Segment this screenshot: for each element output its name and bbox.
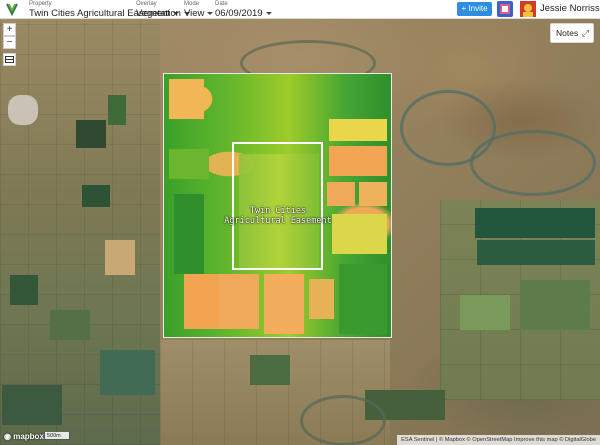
map-layers-button[interactable]: [3, 53, 16, 66]
high-vegetation-area: [339, 264, 387, 334]
crop-field: [250, 355, 290, 385]
low-vegetation-area: [264, 274, 304, 334]
scale-bar: 500m: [44, 432, 70, 440]
mode-value: View: [184, 8, 205, 19]
mode-selector[interactable]: Mode View: [184, 1, 214, 19]
mode-caption: Mode: [184, 1, 200, 7]
low-vegetation-area: [359, 182, 387, 206]
crop-field: [100, 350, 155, 395]
crop-field: [477, 240, 595, 265]
chevron-down-icon: [265, 11, 272, 15]
crop-field: [10, 275, 38, 305]
overlay-caption: Overlay: [136, 1, 157, 7]
user-name: Jessie Norriss: [540, 3, 600, 14]
user-menu[interactable]: Jessie Norriss: [540, 3, 600, 14]
user-avatar[interactable]: [520, 1, 536, 17]
user-plus-icon: +: [461, 4, 467, 13]
crop-field: [460, 295, 510, 330]
notes-button[interactable]: Notes ⤢: [550, 23, 594, 43]
zoom-in-button[interactable]: +: [3, 23, 16, 36]
date-caption: Date: [215, 1, 228, 7]
mapbox-logo-text: mapbox: [13, 432, 44, 441]
crop-field: [475, 208, 595, 238]
crop-field: [82, 185, 110, 207]
app-logo-icon[interactable]: [5, 2, 19, 16]
notes-label: Notes: [556, 28, 579, 38]
mapbox-logo[interactable]: ◉ mapbox: [4, 432, 44, 441]
date-value: 06/09/2019: [215, 8, 263, 19]
crop-field: [520, 280, 590, 330]
high-vegetation-area: [174, 194, 204, 274]
overlay-value: Vegetation: [136, 8, 181, 19]
mid-vegetation-area: [332, 214, 387, 254]
town: [8, 95, 38, 125]
crop-field: [108, 95, 126, 125]
chevron-down-icon: [207, 11, 214, 15]
low-vegetation-area: [327, 182, 355, 206]
crop-field: [105, 240, 135, 275]
organization-icon[interactable]: [497, 1, 513, 17]
high-vegetation-area: [169, 149, 209, 179]
overlay-selector[interactable]: Overlay Vegetation: [136, 1, 190, 19]
zoom-out-button[interactable]: −: [3, 36, 16, 49]
stream: [300, 395, 386, 445]
low-vegetation-area: [329, 146, 387, 176]
map-attribution[interactable]: ESA Sentinel | © Mapbox © OpenStreetMap …: [397, 435, 600, 445]
top-bar: Property Twin Cities Agricultural Easeme…: [0, 0, 600, 19]
crop-field: [50, 310, 90, 340]
mapbox-icon: ◉: [4, 432, 11, 441]
layers-icon: [5, 56, 14, 63]
expand-icon: ⤢: [581, 28, 589, 38]
mid-vegetation-area: [329, 119, 387, 141]
invite-label: Invite: [468, 4, 488, 13]
date-selector[interactable]: Date 06/09/2019: [215, 1, 272, 19]
low-vegetation-area: [169, 79, 204, 119]
river: [470, 130, 596, 196]
property-label: Twin Cities Agricultural Easement: [224, 206, 332, 226]
low-vegetation-area: [309, 279, 334, 319]
low-vegetation-area: [219, 274, 259, 329]
crop-field: [76, 120, 106, 148]
invite-button[interactable]: + Invite: [457, 2, 492, 16]
crop-field: [2, 385, 62, 425]
